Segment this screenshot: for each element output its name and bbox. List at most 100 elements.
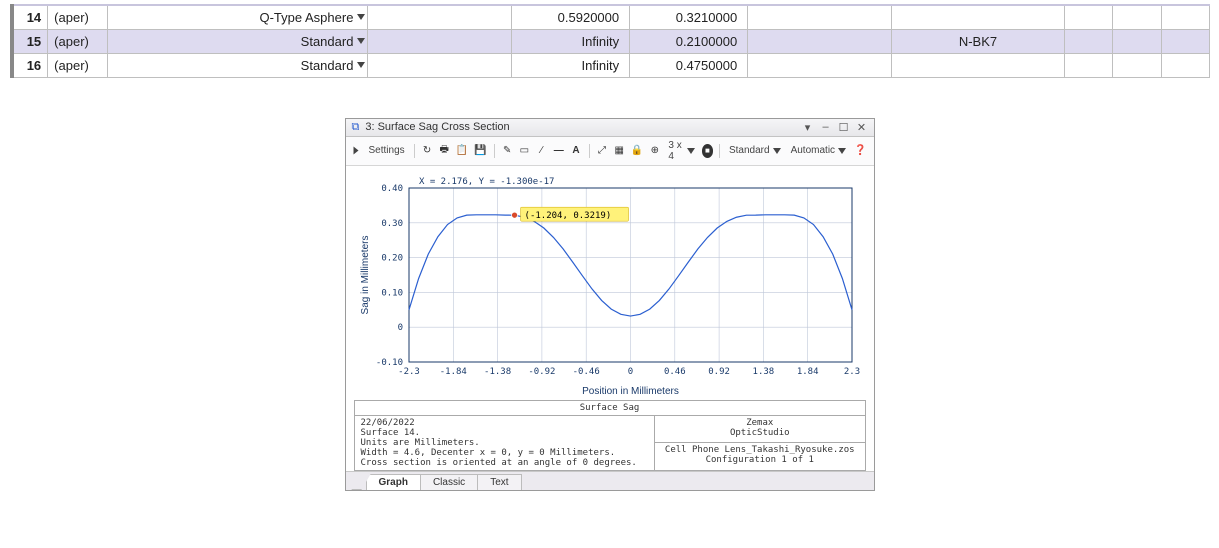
line-icon[interactable]: ∕ — [535, 143, 548, 159]
svg-text:-0.46: -0.46 — [572, 367, 599, 377]
svg-text:1.38: 1.38 — [752, 367, 774, 377]
material-cell[interactable]: N-BK7 — [891, 29, 1064, 53]
thickness-cell[interactable]: 0.4750000 — [630, 53, 748, 77]
svg-text:2.3: 2.3 — [843, 367, 859, 377]
svg-text:-0.92: -0.92 — [528, 367, 555, 377]
minimize-button[interactable]: – — [820, 121, 832, 133]
text-a-icon[interactable]: A — [569, 143, 582, 159]
zoom-level[interactable]: 3 x 4 — [665, 140, 697, 162]
svg-text:0.20: 0.20 — [381, 253, 403, 263]
stop-icon[interactable]: ■ — [702, 144, 714, 158]
svg-text:1.84: 1.84 — [796, 367, 818, 377]
zoom-out-icon[interactable]: ⤢ — [595, 143, 608, 159]
table-row[interactable]: 16 (aper) Standard Infinity 0.4750000 — [12, 53, 1210, 77]
empty-cell[interactable] — [1065, 29, 1113, 53]
target-icon[interactable]: ⊕ — [648, 143, 661, 159]
empty-cell[interactable] — [1113, 29, 1161, 53]
svg-text:-1.38: -1.38 — [484, 367, 511, 377]
empty-cell[interactable] — [368, 5, 512, 29]
surface-type-label: Q-Type Asphere — [259, 10, 353, 25]
file-cell: Cell Phone Lens_Takashi_Ryosuke.zos Conf… — [655, 443, 865, 471]
svg-text:X = 2.176, Y = -1.300e-17: X = 2.176, Y = -1.300e-17 — [419, 177, 554, 187]
empty-cell[interactable] — [1065, 5, 1113, 29]
empty-cell[interactable] — [1161, 5, 1209, 29]
row-number[interactable]: 16 — [12, 53, 48, 77]
material-cell[interactable] — [891, 5, 1064, 29]
dropdown-icon[interactable] — [357, 38, 365, 44]
surface-type-cell[interactable]: Q-Type Asphere — [107, 5, 368, 29]
surface-type-cell[interactable]: Standard — [107, 29, 368, 53]
plot-info-left: 22/06/2022 Surface 14. Units are Millime… — [354, 415, 655, 470]
rect-icon[interactable]: ▭ — [518, 143, 531, 159]
save-icon[interactable]: 💾 — [473, 143, 487, 159]
radius-cell[interactable]: 0.5920000 — [512, 5, 630, 29]
empty-cell[interactable] — [1113, 5, 1161, 29]
maximize-button[interactable]: ☐ — [838, 121, 850, 134]
svg-text:0.40: 0.40 — [381, 184, 403, 194]
row-number[interactable]: 14 — [12, 5, 48, 29]
radius-cell[interactable]: Infinity — [512, 29, 630, 53]
refresh-icon[interactable]: ↻ — [420, 143, 433, 159]
table-row[interactable]: 15 (aper) Standard Infinity 0.2100000 N-… — [12, 29, 1210, 53]
svg-text:0.92: 0.92 — [708, 367, 730, 377]
lock-icon[interactable]: 🔒 — [630, 143, 644, 159]
svg-text:0.10: 0.10 — [381, 288, 403, 298]
material-cell[interactable] — [891, 53, 1064, 77]
dropdown-icon[interactable] — [357, 14, 365, 20]
tab-text[interactable]: Text — [477, 474, 521, 490]
plot-tabstrip: Graph Classic Text — [346, 471, 874, 490]
tab-classic[interactable]: Classic — [420, 474, 478, 490]
dropdown-icon — [838, 148, 846, 154]
table-row[interactable]: 14 (aper) Q-Type Asphere 0.5920000 0.321… — [12, 5, 1210, 29]
tab-graph[interactable]: Graph — [366, 474, 421, 490]
comment-cell[interactable]: (aper) — [48, 53, 107, 77]
empty-cell[interactable] — [1065, 53, 1113, 77]
svg-text:0.46: 0.46 — [663, 367, 685, 377]
render-mode-dropdown[interactable]: Standard — [726, 145, 784, 156]
zoom-rect-icon[interactable]: ▦ — [613, 143, 626, 159]
copy-icon[interactable]: 📋 — [455, 143, 469, 159]
sag-chart[interactable]: X = 2.176, Y = -1.300e-17-2.3-1.84-1.38-… — [354, 170, 864, 400]
svg-text:0: 0 — [627, 367, 632, 377]
row-number[interactable]: 15 — [12, 29, 48, 53]
surface-sag-window: ⧉ 3: Surface Sag Cross Section ▾ – ☐ ✕ S… — [345, 118, 875, 491]
thickness-cell[interactable]: 0.3210000 — [630, 5, 748, 29]
comment-cell[interactable]: (aper) — [48, 29, 107, 53]
radius-cell[interactable]: Infinity — [512, 53, 630, 77]
empty-cell[interactable] — [748, 29, 892, 53]
dropdown-icon[interactable] — [357, 62, 365, 68]
window-titlebar[interactable]: ⧉ 3: Surface Sag Cross Section ▾ – ☐ ✕ — [346, 119, 874, 137]
help-icon[interactable]: ❓ — [853, 143, 867, 159]
close-button[interactable]: ✕ — [856, 121, 868, 134]
empty-cell[interactable] — [368, 29, 512, 53]
plot-area[interactable]: X = 2.176, Y = -1.300e-17-2.3-1.84-1.38-… — [346, 166, 874, 471]
svg-text:-0.10: -0.10 — [375, 358, 402, 368]
dropdown-icon — [687, 148, 695, 154]
empty-cell[interactable] — [748, 5, 892, 29]
plot-footer: Surface Sag 22/06/2022 Surface 14. Units… — [354, 400, 866, 471]
surface-type-cell[interactable]: Standard — [107, 53, 368, 77]
empty-cell[interactable] — [1113, 53, 1161, 77]
empty-cell[interactable] — [1161, 29, 1209, 53]
svg-text:Sag in Millimeters: Sag in Millimeters — [360, 235, 371, 314]
minus-icon[interactable]: — — [552, 143, 565, 159]
svg-text:Position in Millimeters: Position in Millimeters — [582, 386, 679, 397]
separator — [414, 144, 415, 158]
expand-icon[interactable] — [353, 147, 358, 155]
svg-text:(-1.204, 0.3219): (-1.204, 0.3219) — [524, 211, 611, 221]
svg-text:-2.3: -2.3 — [398, 367, 420, 377]
settings-button[interactable]: Settings — [366, 145, 408, 156]
plot-toolbar: Settings ↻ 🖶 📋 💾 ✎ ▭ ∕ — A ⤢ ▦ 🔒 ⊕ 3 x 4… — [346, 137, 874, 166]
plot-caption: Surface Sag — [354, 400, 865, 415]
empty-cell[interactable] — [368, 53, 512, 77]
print-icon[interactable]: 🖶 — [438, 143, 451, 159]
thickness-cell[interactable]: 0.2100000 — [630, 29, 748, 53]
pencil-icon[interactable]: ✎ — [501, 143, 514, 159]
empty-cell[interactable] — [1161, 53, 1209, 77]
pin-icon[interactable]: ▾ — [802, 121, 814, 134]
scale-mode-dropdown[interactable]: Automatic — [788, 145, 849, 156]
comment-cell[interactable]: (aper) — [48, 5, 107, 29]
dropdown-icon — [773, 148, 781, 154]
lens-data-table[interactable]: 14 (aper) Q-Type Asphere 0.5920000 0.321… — [10, 4, 1210, 78]
empty-cell[interactable] — [748, 53, 892, 77]
